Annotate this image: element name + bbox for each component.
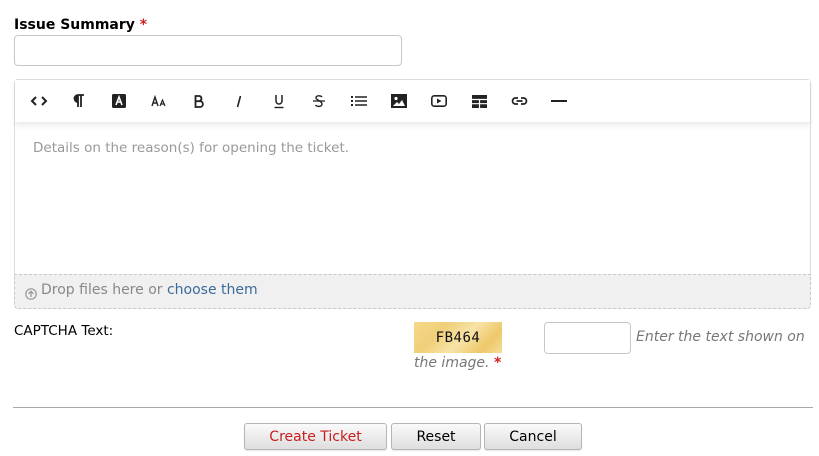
dropzone-label: Drop files here or <box>41 282 163 298</box>
divider <box>13 407 813 408</box>
code-view-icon[interactable] <box>26 89 52 113</box>
dropzone-text: Drop files here or choose them <box>41 282 258 298</box>
required-asterisk: * <box>139 17 148 33</box>
captcha-image: FB464 <box>414 322 502 353</box>
issue-summary-input[interactable] <box>14 35 402 66</box>
captcha-code: FB464 <box>435 329 481 346</box>
image-icon[interactable] <box>386 89 412 113</box>
italic-icon[interactable] <box>226 89 252 113</box>
editor-toolbar <box>15 80 810 123</box>
captcha-input[interactable] <box>544 322 631 354</box>
cancel-button[interactable]: Cancel <box>484 423 582 450</box>
horizontal-rule-icon[interactable] <box>546 89 572 113</box>
captcha-required-asterisk: * <box>493 355 502 371</box>
underline-icon[interactable] <box>266 89 292 113</box>
issue-summary-label-text: Issue Summary <box>14 17 135 33</box>
list-icon[interactable] <box>346 89 372 113</box>
table-icon[interactable] <box>466 89 492 113</box>
video-icon[interactable] <box>426 89 452 113</box>
issue-summary-label: Issue Summary * <box>14 17 147 33</box>
font-size-icon[interactable] <box>146 89 172 113</box>
reset-button[interactable]: Reset <box>391 423 481 450</box>
captcha-hint-line1: Enter the text shown on <box>636 329 805 345</box>
text-color-icon[interactable] <box>106 89 132 113</box>
link-icon[interactable] <box>506 89 532 113</box>
paragraph-icon[interactable] <box>66 89 92 113</box>
strikethrough-icon[interactable] <box>306 89 332 113</box>
choose-files-link[interactable]: choose them <box>167 282 258 298</box>
bold-icon[interactable] <box>186 89 212 113</box>
create-ticket-button[interactable]: Create Ticket <box>244 423 387 450</box>
captcha-hint-line2: the image. <box>414 355 490 371</box>
editor-placeholder: Details on the reason(s) for opening the… <box>33 140 350 156</box>
captcha-hint: the image. * <box>414 355 501 371</box>
captcha-label: CAPTCHA Text: <box>14 323 114 339</box>
upload-icon <box>25 285 37 300</box>
